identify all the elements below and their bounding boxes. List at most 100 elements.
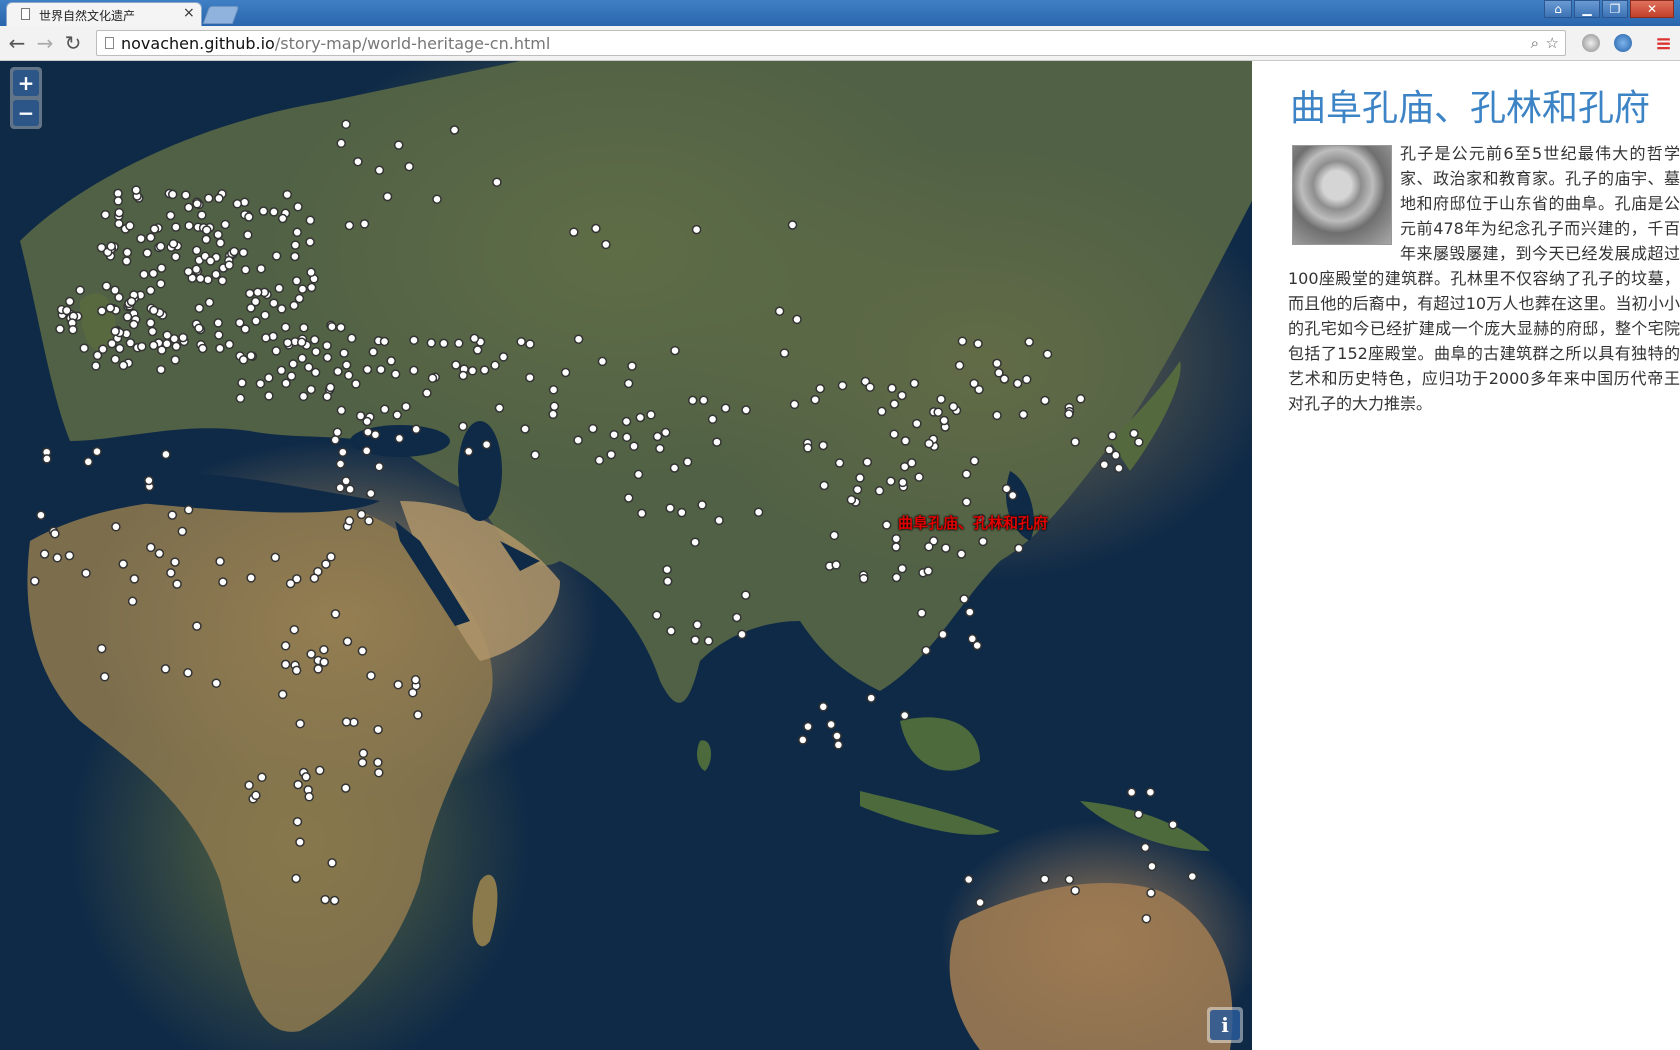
heritage-site-marker[interactable] xyxy=(306,282,317,293)
heritage-site-marker[interactable] xyxy=(232,199,243,209)
heritage-site-marker[interactable] xyxy=(184,220,194,231)
heritage-site-marker[interactable] xyxy=(819,480,829,491)
heritage-site-marker[interactable] xyxy=(131,185,141,195)
heritage-site-marker[interactable] xyxy=(319,657,329,667)
heritage-site-marker[interactable] xyxy=(203,193,214,204)
heritage-site-marker[interactable] xyxy=(75,285,85,295)
heritage-site-marker[interactable] xyxy=(874,486,885,496)
heritage-site-marker[interactable] xyxy=(321,559,331,569)
heritage-site-marker[interactable] xyxy=(1114,463,1124,473)
heritage-site-marker[interactable] xyxy=(374,165,385,175)
heritage-site-marker[interactable] xyxy=(166,568,176,578)
heritage-site-marker[interactable] xyxy=(588,423,598,434)
heritage-site-marker[interactable] xyxy=(594,455,605,466)
heritage-site-marker[interactable] xyxy=(295,837,305,847)
heritage-site-marker[interactable] xyxy=(366,670,376,681)
heritage-site-marker[interactable] xyxy=(139,269,149,280)
heritage-site-marker[interactable] xyxy=(162,339,172,349)
heritage-site-marker[interactable] xyxy=(454,338,464,349)
heritage-site-marker[interactable] xyxy=(156,278,166,289)
heritage-site-marker[interactable] xyxy=(129,574,140,584)
heritage-site-marker[interactable] xyxy=(271,251,282,261)
minimize-button[interactable]: ▁ xyxy=(1574,0,1600,18)
heritage-site-marker[interactable] xyxy=(469,333,480,344)
heritage-site-marker[interactable] xyxy=(147,326,158,337)
heritage-site-marker[interactable] xyxy=(832,731,842,741)
heritage-site-marker[interactable] xyxy=(313,664,323,674)
heritage-site-marker[interactable] xyxy=(255,378,266,389)
heritage-site-marker[interactable] xyxy=(114,218,124,229)
heritage-site-marker[interactable] xyxy=(290,240,301,250)
heritage-site-marker[interactable] xyxy=(408,687,418,698)
heritage-site-marker[interactable] xyxy=(304,792,314,802)
heritage-site-marker[interactable] xyxy=(341,360,352,370)
heritage-site-marker[interactable] xyxy=(373,757,383,768)
heritage-site-marker[interactable] xyxy=(941,543,951,553)
heritage-site-marker[interactable] xyxy=(235,393,246,404)
heritage-site-marker[interactable] xyxy=(410,675,421,685)
heritage-site-marker[interactable] xyxy=(606,449,616,460)
heritage-site-marker[interactable] xyxy=(39,549,50,559)
heritage-site-marker[interactable] xyxy=(573,435,583,445)
heritage-site-marker[interactable] xyxy=(633,469,644,480)
heritage-site-marker[interactable] xyxy=(1042,349,1053,359)
heritage-site-marker[interactable] xyxy=(346,333,357,344)
heritage-site-marker[interactable] xyxy=(81,568,91,578)
heritage-site-marker[interactable] xyxy=(677,507,687,518)
heritage-site-marker[interactable] xyxy=(1141,913,1152,924)
heritage-site-marker[interactable] xyxy=(992,410,1002,421)
heritage-site-marker[interactable] xyxy=(335,459,346,469)
heritage-site-marker[interactable] xyxy=(846,495,857,505)
heritage-site-marker[interactable] xyxy=(411,424,421,435)
heritage-site-marker[interactable] xyxy=(1012,378,1023,389)
heritage-site-marker[interactable] xyxy=(1018,409,1029,420)
heritage-site-marker[interactable] xyxy=(390,369,401,379)
heritage-site-marker[interactable] xyxy=(127,596,138,607)
heritage-site-marker[interactable] xyxy=(309,573,320,583)
heritage-site-marker[interactable] xyxy=(881,520,892,530)
heritage-site-marker[interactable] xyxy=(373,724,383,735)
heritage-site-marker[interactable] xyxy=(101,281,112,291)
heritage-site-marker[interactable] xyxy=(921,645,931,656)
heritage-site-marker[interactable] xyxy=(687,395,698,406)
info-button[interactable]: i xyxy=(1207,1007,1243,1043)
heritage-site-marker[interactable] xyxy=(213,229,223,240)
heritage-site-marker[interactable] xyxy=(753,507,764,517)
heritage-site-marker[interactable] xyxy=(327,858,337,868)
heritage-site-marker[interactable] xyxy=(364,516,374,526)
heritage-site-marker[interactable] xyxy=(1007,490,1018,501)
heritage-site-marker[interactable] xyxy=(288,359,298,369)
heritage-site-marker[interactable] xyxy=(276,304,287,314)
heritage-site-marker[interactable] xyxy=(215,556,225,567)
heritage-site-marker[interactable] xyxy=(155,241,166,252)
heritage-site-marker[interactable] xyxy=(1140,842,1151,853)
heritage-site-marker[interactable] xyxy=(969,456,980,466)
heritage-site-marker[interactable] xyxy=(336,322,346,333)
heritage-site-marker[interactable] xyxy=(258,206,269,216)
heritage-site-marker[interactable] xyxy=(293,779,303,790)
heritage-site-marker[interactable] xyxy=(992,358,1002,369)
heritage-site-marker[interactable] xyxy=(192,199,202,209)
heritage-site-marker[interactable] xyxy=(938,629,948,640)
heritage-site-marker[interactable] xyxy=(936,394,946,404)
heritage-site-marker[interactable] xyxy=(170,355,181,365)
heritage-site-marker[interactable] xyxy=(662,576,673,587)
heritage-site-marker[interactable] xyxy=(220,219,231,230)
heritage-site-marker[interactable] xyxy=(146,542,156,553)
heritage-site-marker[interactable] xyxy=(303,362,314,372)
heritage-site-marker[interactable] xyxy=(669,463,680,473)
heritage-site-marker[interactable] xyxy=(269,298,279,308)
heritage-site-marker[interactable] xyxy=(195,273,206,284)
heritage-site-marker[interactable] xyxy=(122,312,133,322)
heritage-site-marker[interactable] xyxy=(525,339,535,349)
menu-icon[interactable]: ≡ xyxy=(1655,31,1672,55)
heritage-site-marker[interactable] xyxy=(256,263,266,274)
heritage-site-marker[interactable] xyxy=(1001,483,1012,494)
heritage-site-marker[interactable] xyxy=(660,427,671,438)
heritage-site-marker[interactable] xyxy=(1064,874,1075,885)
heritage-site-marker[interactable] xyxy=(1021,374,1032,385)
heritage-site-marker[interactable] xyxy=(192,621,202,631)
heritage-site-marker[interactable] xyxy=(295,718,305,729)
heritage-site-marker[interactable] xyxy=(361,446,372,456)
heritage-site-marker[interactable] xyxy=(826,719,836,730)
